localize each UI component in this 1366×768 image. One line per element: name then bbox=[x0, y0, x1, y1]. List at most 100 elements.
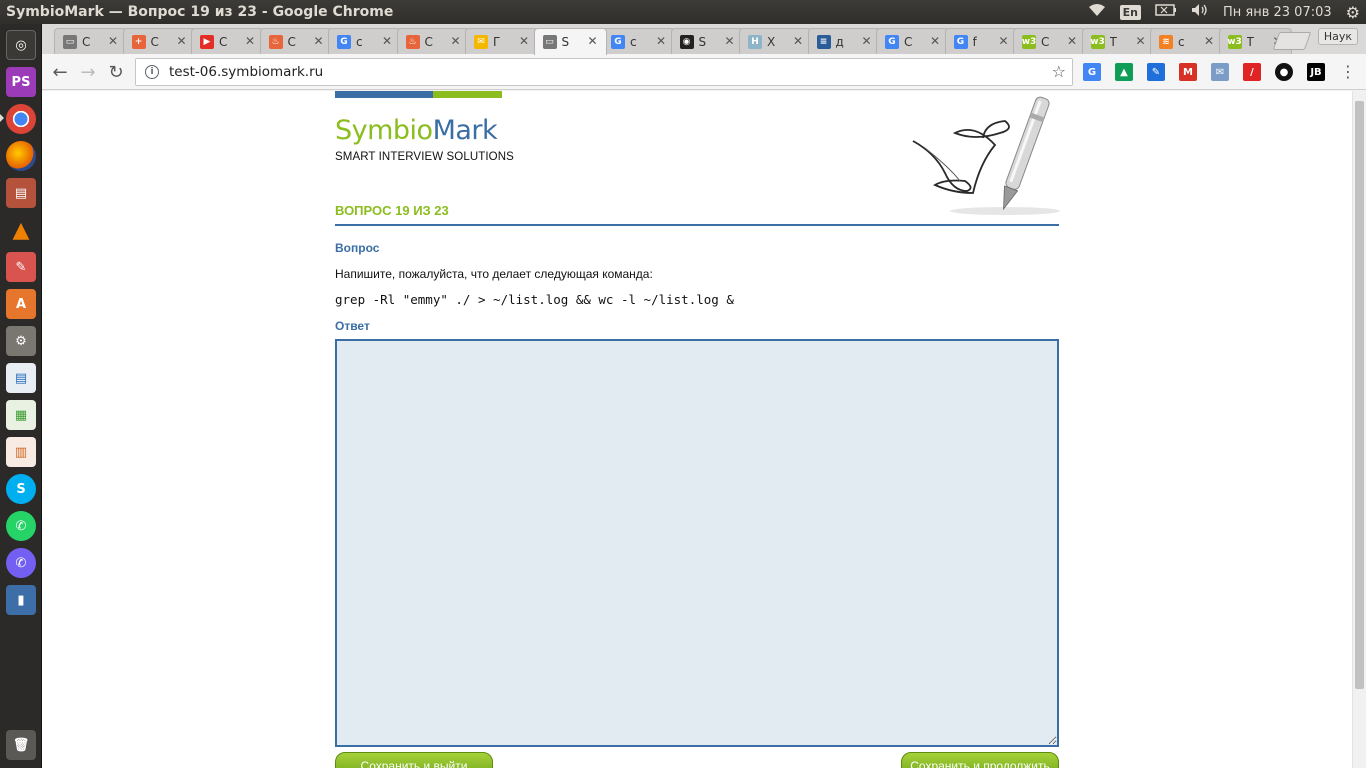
w3-icon: w3 bbox=[1227, 34, 1242, 49]
close-icon[interactable]: ✕ bbox=[998, 34, 1008, 48]
color-picker-extension-icon[interactable]: ● bbox=[1275, 63, 1293, 81]
browser-toolbar: ← → ↻ i test-06.symbiomark.ru ☆ G ▲ ✎ M … bbox=[42, 54, 1366, 90]
lightshot-extension-icon[interactable]: ✎ bbox=[1147, 63, 1165, 81]
vertical-scrollbar[interactable] bbox=[1352, 91, 1366, 768]
close-icon[interactable]: ✕ bbox=[793, 34, 803, 48]
phpstorm-icon[interactable]: PS bbox=[6, 67, 36, 97]
browser-tab[interactable]: w3 C ✕ bbox=[1013, 28, 1086, 54]
close-icon[interactable]: ✕ bbox=[382, 34, 392, 48]
vlc-icon[interactable]: ▲ bbox=[6, 215, 36, 245]
writer-icon[interactable]: ▤ bbox=[6, 363, 36, 393]
save-and-exit-button[interactable]: Сохранить и выйти bbox=[335, 752, 493, 768]
skype-icon[interactable]: S bbox=[6, 474, 36, 504]
battery-icon[interactable] bbox=[1155, 4, 1177, 20]
volume-icon[interactable] bbox=[1191, 3, 1209, 21]
keyboard-layout-indicator[interactable]: En bbox=[1119, 4, 1141, 20]
tab-label: S bbox=[561, 35, 570, 49]
trash-icon[interactable]: 🗑 bbox=[6, 730, 36, 760]
tools-icon[interactable]: ✎ bbox=[6, 252, 36, 282]
impress-icon[interactable]: ▥ bbox=[6, 437, 36, 467]
browser-tab[interactable]: ≡ д ✕ bbox=[807, 28, 881, 54]
browser-tab[interactable]: Gc ✕ bbox=[602, 28, 675, 54]
browser-tab[interactable]: ♨ C ✕ bbox=[259, 28, 333, 54]
answer-textarea[interactable] bbox=[335, 339, 1059, 747]
chrome-icon[interactable] bbox=[6, 104, 36, 134]
close-icon[interactable]: ✕ bbox=[519, 34, 529, 48]
close-icon[interactable]: ✕ bbox=[656, 34, 666, 48]
whatsapp-icon[interactable]: ✆ bbox=[6, 511, 36, 541]
close-icon[interactable]: ✕ bbox=[1135, 34, 1145, 48]
browser-tab[interactable]: ▭ S ✕ bbox=[533, 28, 607, 55]
reload-button[interactable]: ↻ bbox=[104, 60, 128, 84]
close-icon[interactable]: ✕ bbox=[176, 34, 186, 48]
gear-icon[interactable]: ⚙ bbox=[1346, 3, 1360, 22]
browser-tab[interactable]: H Х ✕ bbox=[739, 28, 812, 54]
close-icon[interactable]: ✕ bbox=[450, 34, 460, 48]
close-icon[interactable]: ✕ bbox=[587, 34, 597, 48]
browser-tab[interactable]: ◉ S ✕ bbox=[670, 28, 744, 54]
browser-tab[interactable]: ✉ Г ✕ bbox=[465, 28, 538, 54]
translate-extension-icon[interactable]: G bbox=[1083, 63, 1101, 81]
question-command: grep -Rl "emmy" ./ > ~/list.log && wc -l… bbox=[335, 292, 734, 307]
question-counter-heading: ВОПРОС 19 ИЗ 23 bbox=[335, 203, 449, 218]
browser-tab[interactable]: + C ✕ bbox=[122, 28, 196, 54]
clock[interactable]: Пн янв 23 07:03 bbox=[1223, 5, 1332, 20]
close-icon[interactable]: ✕ bbox=[724, 34, 734, 48]
back-button[interactable]: ← bbox=[48, 60, 72, 84]
browser-tab[interactable]: Gc ✕ bbox=[328, 28, 401, 54]
youtube-icon: ▶ bbox=[200, 34, 214, 49]
close-icon[interactable]: ✕ bbox=[108, 34, 118, 48]
profile-button[interactable]: Наук bbox=[1317, 28, 1358, 45]
browser-tab[interactable]: w3 T ✕ bbox=[1081, 28, 1155, 54]
calc-icon[interactable]: ▦ bbox=[6, 400, 36, 430]
launcher: ◎ PS ▤ ▲ ✎ A ⚙ ▤ ▦ ▥ S ✆ ✆ ▮ 🗑 bbox=[0, 24, 42, 768]
browser-tab[interactable]: Gf ✕ bbox=[944, 28, 1018, 54]
viber-icon[interactable]: ✆ bbox=[6, 548, 36, 578]
drive-extension-icon[interactable]: ▲ bbox=[1115, 63, 1133, 81]
tab-label: T bbox=[1109, 34, 1117, 49]
system-top-panel: SymbioMark — Вопрос 19 из 23 - Google Ch… bbox=[0, 0, 1366, 24]
bookmark-star-icon[interactable]: ☆ bbox=[1052, 62, 1066, 81]
answer-label: Ответ bbox=[335, 319, 370, 333]
close-icon[interactable]: ✕ bbox=[1204, 34, 1214, 48]
browser-tab[interactable]: ▭ C ✕ bbox=[54, 28, 127, 54]
dash-icon[interactable]: ◎ bbox=[6, 30, 36, 60]
tab-label: Г bbox=[493, 34, 501, 49]
url-text[interactable]: test-06.symbiomark.ru bbox=[169, 64, 323, 80]
close-icon[interactable]: ✕ bbox=[313, 34, 323, 48]
header-divider bbox=[335, 224, 1059, 226]
flame-icon: ♨ bbox=[268, 34, 283, 49]
address-bar[interactable]: i test-06.symbiomark.ru ☆ bbox=[135, 58, 1073, 86]
info-icon[interactable]: i bbox=[145, 65, 159, 79]
close-icon[interactable]: ✕ bbox=[930, 34, 940, 48]
save-and-continue-button[interactable]: Сохранить и продолжить bbox=[901, 752, 1059, 768]
close-icon[interactable]: ✕ bbox=[861, 34, 871, 48]
browser-tab[interactable]: G C ✕ bbox=[876, 28, 949, 54]
browser-tab[interactable]: ♨ C ✕ bbox=[396, 28, 470, 54]
chrome-menu-icon[interactable]: ⋮ bbox=[1340, 62, 1356, 81]
google-icon: G bbox=[953, 34, 968, 49]
wifi-icon[interactable] bbox=[1088, 3, 1106, 21]
tab-strip: ▭ C ✕ + C ✕ ▶ C ✕ ♨ C ✕ Gc ✕ ♨ C ✕ ✉ Г ✕ ▭ S ✕ Gc ✕ ◉ S ✕ H Х ✕ ≡ д ✕ G C ✕ G… bbox=[42, 24, 1366, 55]
logo-text-symbio: Symbio bbox=[335, 115, 433, 146]
gmail-extension-icon[interactable]: M bbox=[1179, 63, 1197, 81]
page-icon: ▭ bbox=[63, 34, 77, 49]
firefox-icon[interactable] bbox=[6, 141, 36, 171]
new-tab-button[interactable] bbox=[1272, 32, 1312, 50]
jetbrains-extension-icon[interactable]: JB bbox=[1307, 63, 1325, 81]
close-icon[interactable]: ✕ bbox=[1067, 34, 1077, 48]
software-center-icon[interactable]: A bbox=[6, 289, 36, 319]
close-icon[interactable]: ✕ bbox=[245, 34, 255, 48]
ruler-icon[interactable]: ▮ bbox=[6, 585, 36, 615]
mail-extension-icon[interactable]: ✉ bbox=[1211, 63, 1229, 81]
files-icon[interactable]: ▤ bbox=[6, 178, 36, 208]
h-icon: H bbox=[748, 34, 762, 49]
settings-icon[interactable]: ⚙ bbox=[6, 326, 36, 356]
panel-indicators: En Пн янв 23 07:03 ⚙ bbox=[1088, 0, 1360, 24]
forward-button[interactable]: → bbox=[76, 60, 100, 84]
browser-tab[interactable]: ≋ c ✕ bbox=[1150, 28, 1223, 54]
scrollbar-thumb[interactable] bbox=[1355, 101, 1364, 689]
pen-extension-icon[interactable]: / bbox=[1243, 63, 1261, 81]
symbiomark-logo[interactable]: SymbioMark bbox=[335, 115, 498, 146]
browser-tab[interactable]: ▶ C ✕ bbox=[191, 28, 264, 54]
